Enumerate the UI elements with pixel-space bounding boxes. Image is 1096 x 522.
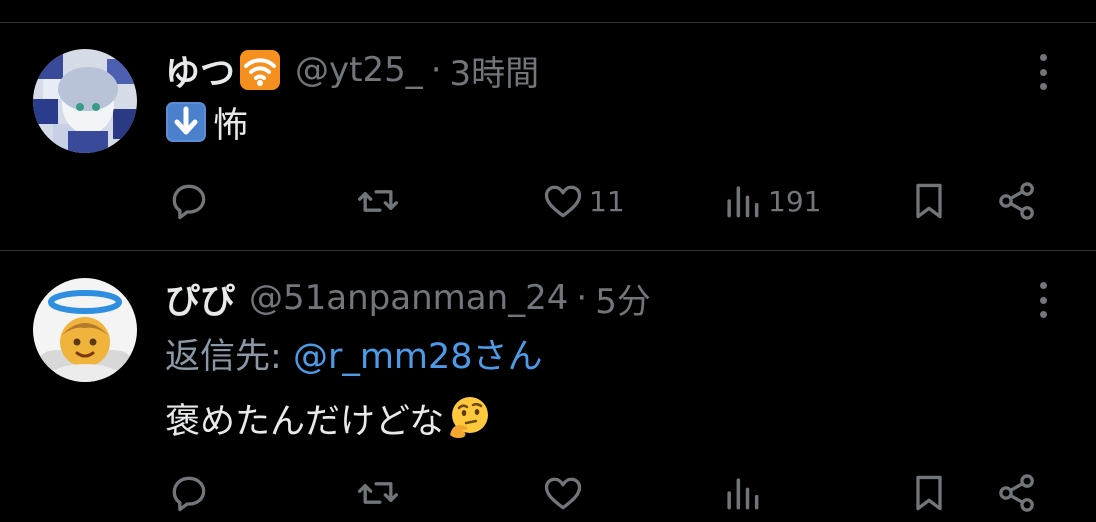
views-button[interactable]: 191 (720, 179, 821, 223)
reply-button[interactable] (167, 179, 215, 223)
tweet[interactable]: ゆつ @yt25_ · 3時間 怖 11 191 (0, 0, 1096, 250)
avatar[interactable] (33, 49, 137, 153)
thinking-face-emoji-icon (446, 395, 492, 441)
display-name[interactable]: ぴぴ (165, 273, 235, 324)
views-button[interactable] (720, 471, 768, 515)
like-icon (544, 477, 582, 510)
reply-icon (172, 184, 206, 220)
tweet-body: 怖 (213, 105, 249, 146)
action-bar (0, 468, 1096, 518)
like-button[interactable]: 11 (541, 179, 625, 223)
views-icon (727, 478, 759, 510)
reply-context: 返信先: @r_mm28さん (165, 335, 543, 379)
user-handle[interactable]: @yt25_ (295, 50, 423, 90)
retweet-icon (358, 482, 398, 504)
reply-mention-link[interactable]: @r_mm28さん (293, 337, 543, 377)
bookmark-icon (916, 183, 942, 219)
separator: · (576, 278, 588, 318)
wifi-signal-emoji-icon (239, 49, 281, 91)
tweet-body: 褒めたんだけどな (165, 401, 445, 442)
bookmark-icon (916, 475, 942, 511)
reply-button[interactable] (167, 471, 215, 515)
more-icon[interactable] (1030, 280, 1056, 320)
share-icon (999, 182, 1034, 220)
down-arrow-emoji-icon (165, 101, 207, 143)
retweet-button[interactable] (356, 179, 404, 223)
reply-icon (172, 476, 206, 512)
separator: · (430, 50, 442, 90)
timestamp[interactable]: 3時間 (450, 46, 540, 95)
like-icon (544, 185, 582, 218)
tweet-text: 怖 (165, 100, 248, 146)
share-button[interactable] (995, 471, 1039, 515)
views-count: 191 (768, 184, 822, 218)
share-icon (999, 474, 1034, 512)
more-icon[interactable] (1030, 52, 1056, 92)
bookmark-button[interactable] (907, 471, 951, 515)
retweet-button[interactable] (356, 471, 404, 515)
avatar[interactable] (33, 278, 137, 382)
like-count: 11 (589, 184, 625, 218)
user-handle[interactable]: @51anpanman_24 (249, 278, 568, 318)
timestamp[interactable]: 5分 (595, 274, 651, 323)
action-bar: 11 191 (0, 176, 1096, 226)
like-button[interactable] (541, 471, 589, 515)
tweet[interactable]: ぴぴ @51anpanman_24 · 5分 返信先: @r_mm28さん 褒め… (0, 251, 1096, 522)
reply-prefix: 返信先: (165, 337, 282, 377)
bookmark-button[interactable] (907, 179, 951, 223)
share-button[interactable] (995, 179, 1039, 223)
retweet-icon (358, 190, 398, 212)
tweet-text: 褒めたんだけどな (165, 394, 492, 442)
views-icon (727, 186, 759, 218)
tweet-header: ぴぴ @51anpanman_24 · 5分 (165, 274, 651, 323)
tweet-header: ゆつ @yt25_ · 3時間 (165, 46, 540, 95)
display-name[interactable]: ゆつ (165, 45, 235, 96)
